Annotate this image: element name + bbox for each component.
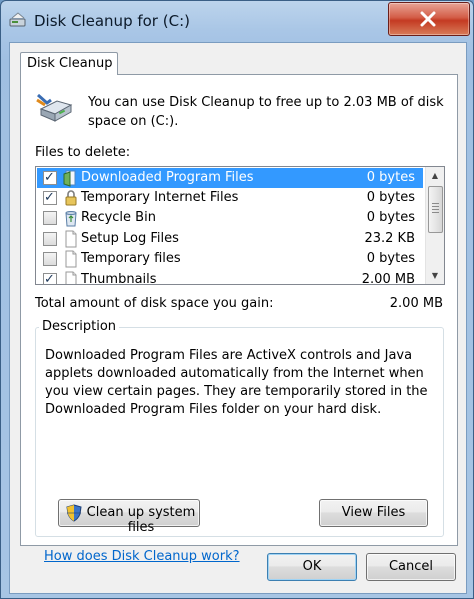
checkbox[interactable]: [43, 211, 57, 225]
uac-shield-icon: [66, 504, 82, 522]
grip-icon: [432, 203, 439, 214]
checkbox[interactable]: [43, 252, 57, 266]
checkbox[interactable]: ✓: [43, 190, 57, 205]
file-size: 0 bytes: [366, 251, 415, 266]
dialog-client-area: Disk Cleanup You can use Disk Cleanup to…: [9, 42, 467, 594]
folder-icon: [63, 170, 76, 187]
file-size: 0 bytes: [366, 170, 415, 185]
file-name: Thumbnails: [81, 272, 157, 285]
help-link[interactable]: How does Disk Cleanup work?: [44, 549, 240, 564]
view-files-button[interactable]: View Files: [319, 499, 428, 527]
checkbox[interactable]: ✓: [43, 170, 57, 185]
document-icon: [65, 230, 77, 248]
scrollbar-thumb[interactable]: [428, 186, 443, 233]
tab-label: Disk Cleanup: [27, 56, 113, 71]
clean-up-system-files-button[interactable]: Clean up system files: [58, 499, 200, 535]
scroll-down-arrow-icon[interactable]: ▼: [426, 267, 444, 284]
total-space-value: 2.00 MB: [389, 296, 443, 311]
cancel-button[interactable]: Cancel: [366, 553, 456, 581]
title-bar[interactable]: Disk Cleanup for (C:): [1, 1, 473, 41]
close-button[interactable]: [388, 2, 470, 36]
file-size: 2.00 MB: [361, 272, 415, 285]
button-label: OK: [302, 559, 322, 574]
file-name: Recycle Bin: [81, 210, 156, 225]
hard-drive-cleanup-icon: [36, 93, 73, 122]
list-scrollbar[interactable]: ▲ ▼: [425, 167, 444, 284]
file-size: 0 bytes: [366, 210, 415, 225]
list-item-setup-log-files[interactable]: Setup Log Files 23.2 KB: [37, 229, 423, 249]
tab-disk-cleanup[interactable]: Disk Cleanup: [20, 52, 118, 75]
button-label: Clean up system files: [86, 505, 196, 535]
file-name: Setup Log Files: [81, 231, 179, 246]
lock-icon: [65, 190, 77, 206]
ok-button[interactable]: OK: [267, 553, 357, 581]
intro-text: You can use Disk Cleanup to free up to 2…: [88, 95, 444, 129]
file-size: 23.2 KB: [364, 231, 415, 246]
tab-panel: You can use Disk Cleanup to free up to 2…: [20, 74, 458, 564]
document-icon: [65, 271, 77, 284]
file-name: Temporary Internet Files: [81, 190, 239, 205]
file-size: 0 bytes: [366, 190, 415, 205]
list-item-temporary-internet-files[interactable]: ✓ Temporary Internet Files 0 bytes: [37, 188, 423, 208]
window-title: Disk Cleanup for (C:): [34, 12, 190, 30]
disk-cleanup-window: Disk Cleanup for (C:) Disk Cleanup You c…: [0, 0, 474, 599]
files-to-delete-label: Files to delete:: [35, 145, 131, 160]
description-title: Description: [39, 319, 120, 334]
list-item-recycle-bin[interactable]: Recycle Bin 0 bytes: [37, 208, 423, 228]
file-name: Downloaded Program Files: [81, 170, 254, 185]
checkbox[interactable]: [43, 232, 57, 246]
document-icon: [65, 250, 77, 268]
close-icon: [420, 11, 436, 27]
disk-cleanup-icon: [9, 12, 26, 27]
list-item-downloaded-program-files[interactable]: ✓ Downloaded Program Files 0 bytes: [37, 168, 423, 188]
list-item-thumbnails[interactable]: ✓ Thumbnails 2.00 MB: [37, 270, 423, 285]
list-item-temporary-files[interactable]: Temporary files 0 bytes: [37, 249, 423, 269]
file-name: Temporary files: [81, 251, 181, 266]
checkbox[interactable]: ✓: [43, 272, 57, 284]
recycle-bin-icon: [65, 211, 77, 227]
button-label: Cancel: [388, 559, 434, 574]
total-space-label: Total amount of disk space you gain:: [35, 296, 274, 311]
scroll-up-arrow-icon[interactable]: ▲: [426, 167, 444, 184]
files-to-delete-list[interactable]: ✓ Downloaded Program Files 0 bytes ✓ Tem…: [35, 166, 445, 285]
button-label: View Files: [341, 505, 406, 520]
description-text: Downloaded Program Files are ActiveX con…: [45, 348, 428, 417]
